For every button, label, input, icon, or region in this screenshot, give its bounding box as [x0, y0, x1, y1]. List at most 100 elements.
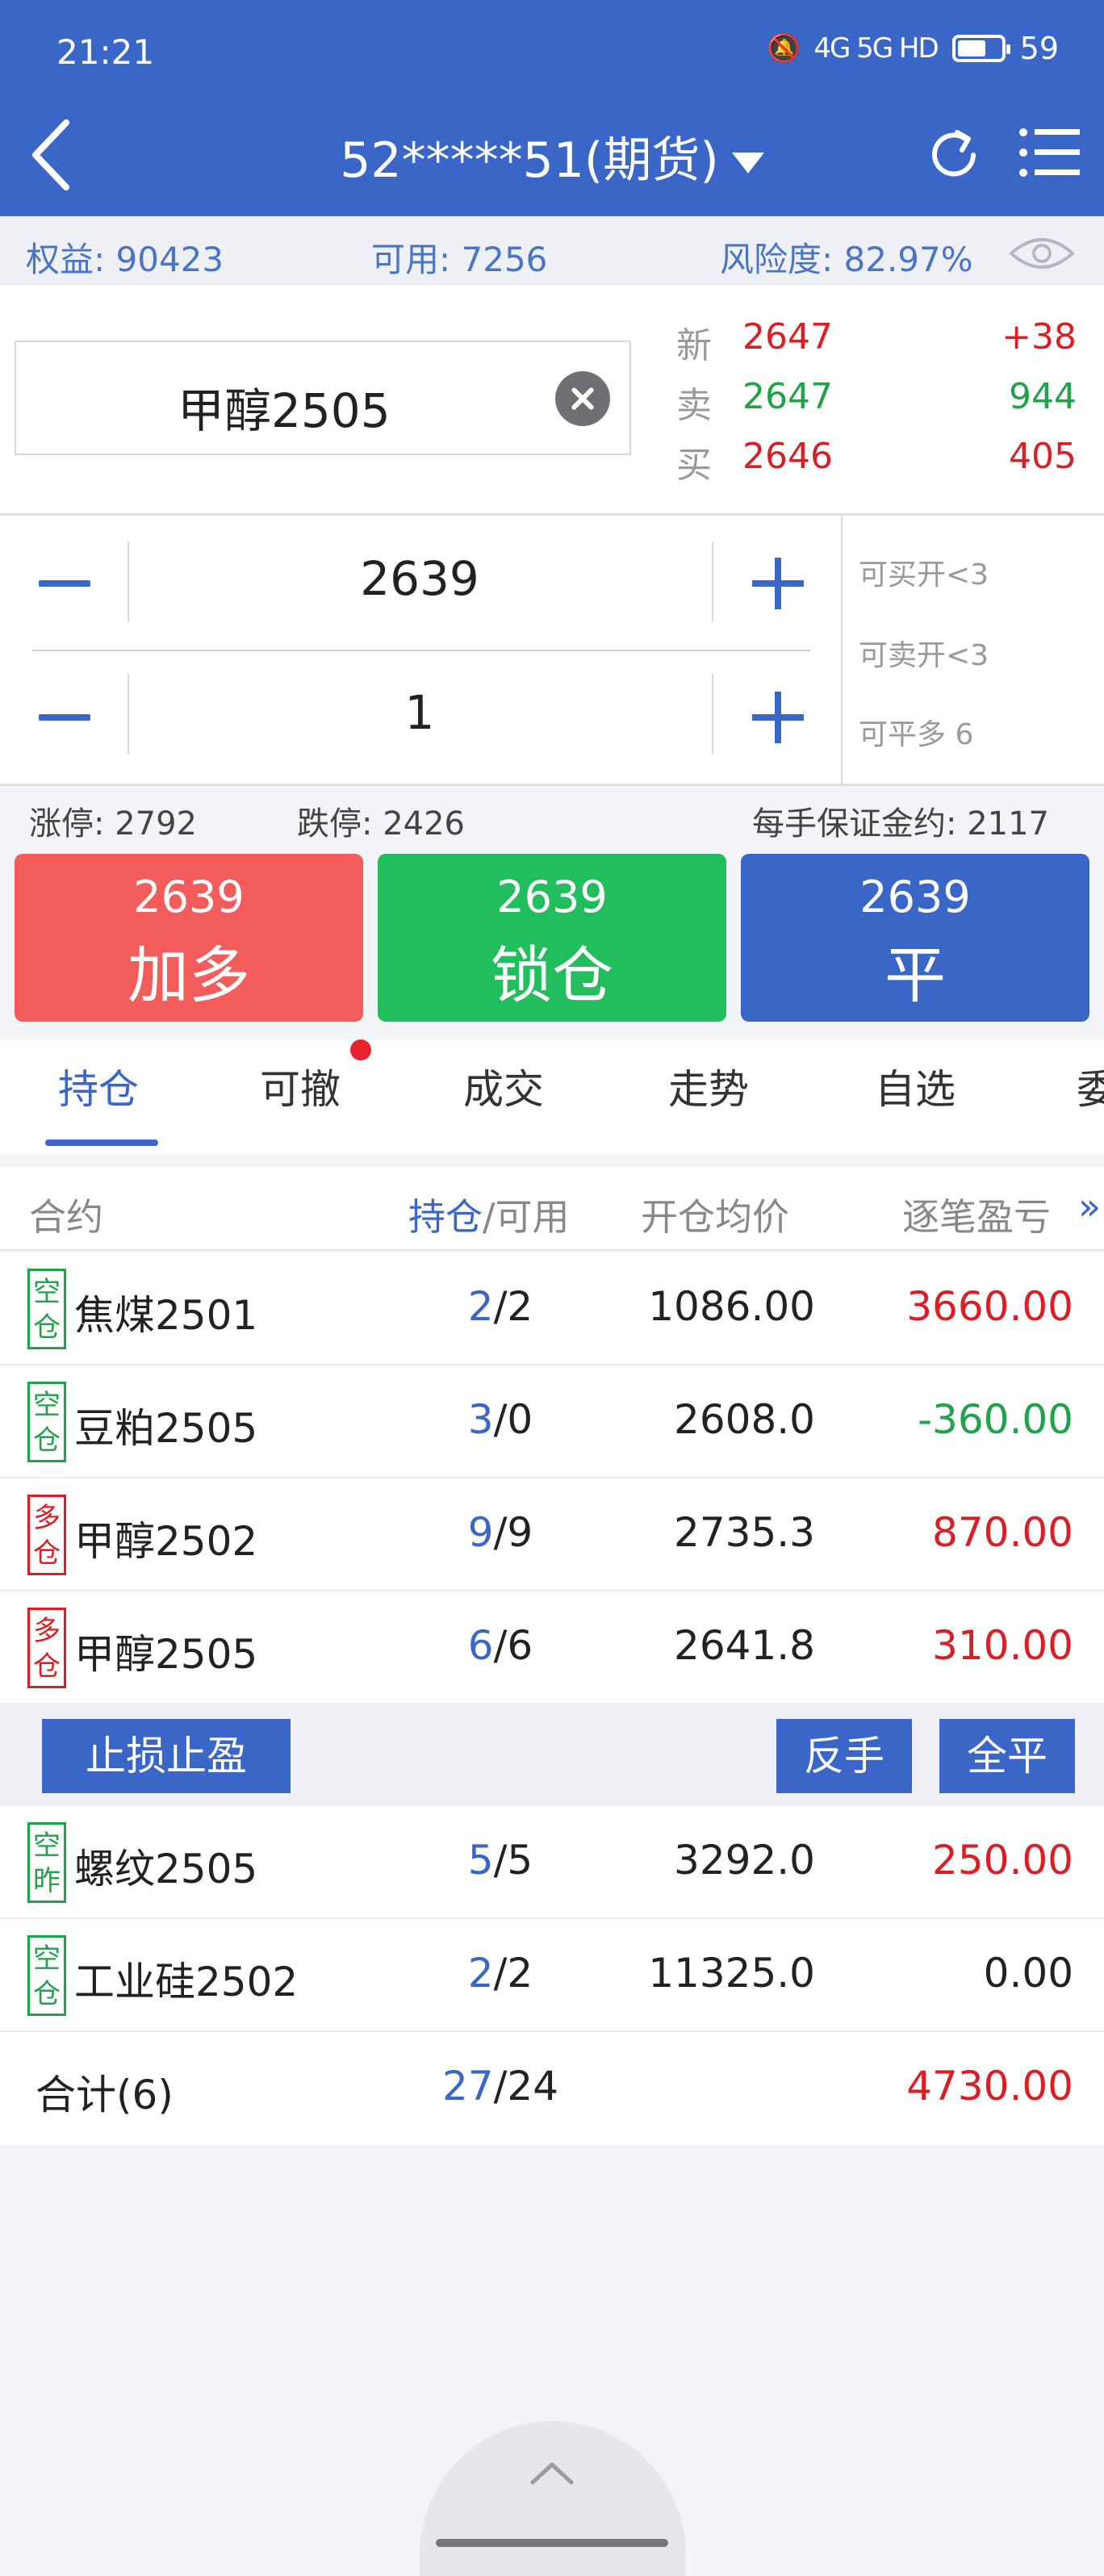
tab-cancellable[interactable]: 可撤 [260, 1057, 341, 1115]
contract-name: 甲醇2502 [74, 1518, 258, 1565]
divider [712, 674, 713, 755]
price-plus-button[interactable] [752, 558, 804, 609]
table-row[interactable]: 多仓甲醇2505 6/6 2641.8 310.00 [0, 1591, 1104, 1704]
last-label: 新 [676, 325, 712, 366]
refresh-icon[interactable] [925, 126, 983, 184]
tab-positions[interactable]: 持仓 [58, 1057, 139, 1115]
position-count: 6/6 [467, 1622, 533, 1669]
battery-level: 59 [1019, 31, 1059, 66]
table-row[interactable]: 多仓甲醇2502 9/9 2735.3 870.00 [0, 1478, 1104, 1591]
available-text: 可用: 7256 [371, 240, 548, 279]
tab-orders[interactable]: 委 [1077, 1057, 1104, 1115]
close-position-button[interactable]: 2639 平 [741, 854, 1089, 1022]
total-row: 合计(6) 27/24 4730.00 [0, 2032, 1104, 2145]
bid-label: 买 [676, 445, 712, 486]
active-tab-indicator [45, 1140, 158, 1146]
position-pnl: -360.00 [918, 1396, 1073, 1443]
contract-name: 螺纹2505 [74, 1846, 258, 1892]
divider [32, 650, 810, 651]
position-pnl: 310.00 [932, 1622, 1073, 1669]
stop-loss-button[interactable]: 止损止盈 [42, 1719, 291, 1793]
can-buy-open-text: 可买开<3 [859, 558, 989, 592]
menu-list-icon[interactable] [1018, 126, 1080, 179]
ask-label: 卖 [676, 385, 712, 426]
avg-open-price: 11325.0 [648, 1950, 815, 1997]
position-count: 9/9 [467, 1509, 533, 1556]
contract-input[interactable]: 甲醇2505 [15, 341, 631, 455]
bid-price[interactable]: 2646 [742, 436, 833, 477]
header-avg-price: 开仓均价 [641, 1195, 789, 1239]
battery-icon [951, 35, 1010, 62]
contract-name: 豆粕2505 [74, 1405, 258, 1452]
divider [841, 516, 843, 784]
tab-trades[interactable]: 成交 [463, 1057, 544, 1115]
quantity-input[interactable]: 1 [129, 685, 710, 740]
status-icons: 🔕 4G 5G HD 59 [767, 31, 1059, 66]
close-all-button[interactable]: 全平 [939, 1719, 1075, 1793]
account-summary-bar: 权益: 90423 可用: 7256 风险度: 82.97% [0, 216, 1104, 286]
lock-price: 2639 [496, 872, 608, 922]
position-pnl: 250.00 [932, 1837, 1073, 1884]
quote-panel: 甲醇2505 新 2647 +38 卖 2647 944 买 2646 405 [0, 286, 1104, 513]
app-header: 21:21 🔕 4G 5G HD 59 52*****51(期货) [0, 0, 1104, 216]
position-pnl: 870.00 [932, 1509, 1073, 1556]
notification-dot [350, 1039, 371, 1060]
network-label: 4G 5G HD [813, 32, 939, 65]
buy-long-button[interactable]: 2639 加多 [15, 854, 363, 1022]
clear-icon[interactable] [555, 371, 610, 426]
table-row[interactable]: 空仓焦煤2501 2/2 1086.00 3660.00 [0, 1252, 1104, 1365]
position-count: 2/2 [467, 1950, 533, 1997]
bid-volume: 405 [1009, 436, 1077, 477]
can-sell-open-text: 可卖开<3 [859, 639, 989, 672]
position-side-tag: 多仓 [27, 1495, 66, 1575]
risk-text: 风险度: 82.97% [720, 240, 973, 279]
header-pnl[interactable]: 逐笔盈亏 [902, 1188, 1051, 1241]
lock-position-button[interactable]: 2639 锁仓 [378, 854, 726, 1022]
chevron-up-icon [530, 2462, 574, 2485]
position-count: 3/0 [467, 1396, 533, 1443]
tab-trend[interactable]: 走势 [668, 1057, 749, 1115]
margin-text: 每手保证金约: 2117 [752, 805, 1049, 843]
position-side-tag: 空仓 [27, 1935, 66, 2016]
mute-icon: 🔕 [766, 32, 801, 65]
position-side-tag: 空昨 [27, 1822, 66, 1903]
more-columns-icon[interactable]: » [1078, 1185, 1101, 1228]
account-title-text: 52*****51(期货) [340, 132, 719, 189]
ask-volume: 944 [1009, 376, 1077, 417]
ask-price[interactable]: 2647 [742, 376, 833, 417]
table-row[interactable]: 空昨螺纹2505 5/5 3292.0 250.00 [0, 1806, 1104, 1919]
table-row[interactable]: 空仓豆粕2505 3/0 2608.0 -360.00 [0, 1365, 1104, 1478]
avg-open-price: 1086.00 [648, 1283, 815, 1330]
last-price: 2647 [742, 316, 833, 358]
home-indicator[interactable] [436, 2539, 668, 2547]
contract-name: 焦煤2501 [74, 1292, 258, 1339]
divider [712, 542, 713, 622]
reverse-button[interactable]: 反手 [776, 1719, 912, 1793]
avg-open-price: 2735.3 [674, 1509, 815, 1556]
quantity-minus-button[interactable] [39, 714, 90, 721]
eye-icon[interactable] [1009, 234, 1075, 273]
close-price: 2639 [859, 872, 971, 922]
header-position[interactable]: 持仓/可用 [408, 1188, 570, 1241]
position-action-bar: 止损止盈 反手 全平 [0, 1704, 1104, 1806]
price-input[interactable]: 2639 [129, 551, 710, 606]
avg-open-price: 3292.0 [674, 1837, 815, 1884]
lower-limit-text: 跌停: 2426 [297, 805, 465, 843]
dropdown-caret-icon [731, 153, 764, 174]
close-label: 平 [884, 939, 946, 1011]
position-count: 2/2 [467, 1283, 533, 1330]
tab-bar: 持仓 可撤 成交 走势 自选 委 [0, 1039, 1104, 1154]
tab-watchlist[interactable]: 自选 [875, 1057, 956, 1115]
last-change: +38 [1002, 316, 1077, 358]
avg-open-price: 2608.0 [674, 1396, 815, 1443]
table-header: 合约 持仓/可用 开仓均价 逐笔盈亏 » [0, 1167, 1104, 1251]
position-count: 5/5 [467, 1837, 533, 1884]
quantity-plus-button[interactable] [752, 692, 804, 743]
can-close-long-text: 可平多 6 [859, 718, 974, 751]
price-minus-button[interactable] [39, 580, 90, 587]
expand-panel-handle[interactable] [420, 2421, 686, 2576]
position-side-tag: 多仓 [27, 1608, 66, 1688]
status-time: 21:21 [56, 32, 155, 72]
table-row[interactable]: 空仓工业硅2502 2/2 11325.0 0.00 [0, 1919, 1104, 2032]
buy-label: 加多 [128, 939, 250, 1011]
